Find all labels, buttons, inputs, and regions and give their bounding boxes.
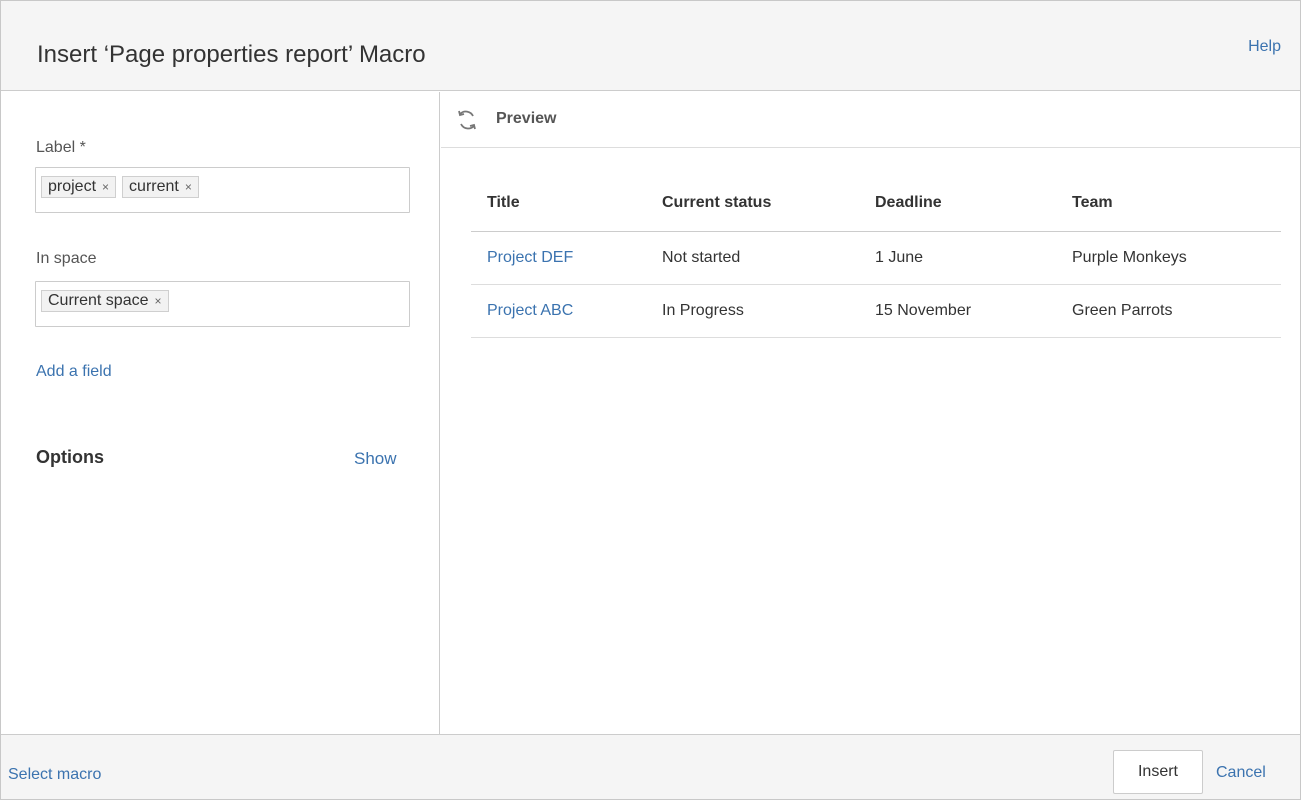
space-input[interactable]: Current space × bbox=[35, 281, 410, 327]
table-header-row: Title Current status Deadline Team bbox=[471, 175, 1281, 232]
page-title-link[interactable]: Project DEF bbox=[471, 231, 646, 285]
label-field-label: Label * bbox=[36, 139, 86, 156]
page-title-link[interactable]: Project ABC bbox=[471, 284, 646, 338]
label-chip: current × bbox=[122, 176, 199, 198]
table-row: Project DEF Not started 1 June Purple Mo… bbox=[471, 231, 1281, 285]
column-header: Team bbox=[1056, 175, 1281, 232]
team-cell: Purple Monkeys bbox=[1056, 231, 1281, 285]
space-chip-text: Current space bbox=[48, 292, 149, 309]
preview-pane: Preview Title Current status Deadline Te… bbox=[441, 92, 1300, 734]
status-cell: In Progress bbox=[646, 284, 859, 338]
remove-chip-icon[interactable]: × bbox=[155, 294, 162, 308]
status-cell: Not started bbox=[646, 231, 859, 285]
options-show-link[interactable]: Show bbox=[354, 449, 397, 469]
label-chip: project × bbox=[41, 176, 117, 198]
options-heading: Options bbox=[36, 447, 104, 467]
dialog-title: Insert ‘Page properties report’ Macro bbox=[37, 41, 426, 68]
remove-chip-icon[interactable]: × bbox=[102, 180, 109, 194]
preview-header: Preview bbox=[441, 92, 1300, 148]
column-header: Deadline bbox=[859, 175, 1056, 232]
deadline-cell: 15 November bbox=[859, 284, 1056, 338]
cancel-link[interactable]: Cancel bbox=[1216, 764, 1266, 782]
label-chip-text: current bbox=[129, 178, 179, 195]
select-macro-link[interactable]: Select macro bbox=[8, 766, 101, 784]
remove-chip-icon[interactable]: × bbox=[185, 180, 192, 194]
table-row: Project ABC In Progress 15 November Gree… bbox=[471, 284, 1281, 338]
team-cell: Green Parrots bbox=[1056, 284, 1281, 338]
space-field-label: In space bbox=[36, 250, 97, 267]
label-input[interactable]: project × current × bbox=[35, 167, 410, 213]
add-field-link[interactable]: Add a field bbox=[36, 363, 112, 381]
insert-button[interactable]: Insert bbox=[1113, 750, 1203, 794]
label-chip-text: project bbox=[48, 178, 97, 195]
column-header: Current status bbox=[646, 175, 859, 232]
refresh-icon[interactable] bbox=[456, 109, 478, 131]
report-table: Title Current status Deadline Team Proje… bbox=[471, 175, 1281, 338]
help-link[interactable]: Help bbox=[1248, 38, 1281, 56]
macro-parameters-pane: Label * project × current × In space Cur… bbox=[1, 92, 440, 734]
column-header: Title bbox=[471, 175, 646, 232]
deadline-cell: 1 June bbox=[859, 231, 1056, 285]
space-chip: Current space × bbox=[41, 290, 169, 312]
macro-dialog: Insert ‘Page properties report’ Macro He… bbox=[0, 0, 1301, 800]
dialog-footer: Select macro Insert Cancel bbox=[1, 734, 1300, 799]
dialog-header: Insert ‘Page properties report’ Macro He… bbox=[1, 1, 1300, 91]
preview-title: Preview bbox=[496, 110, 557, 127]
